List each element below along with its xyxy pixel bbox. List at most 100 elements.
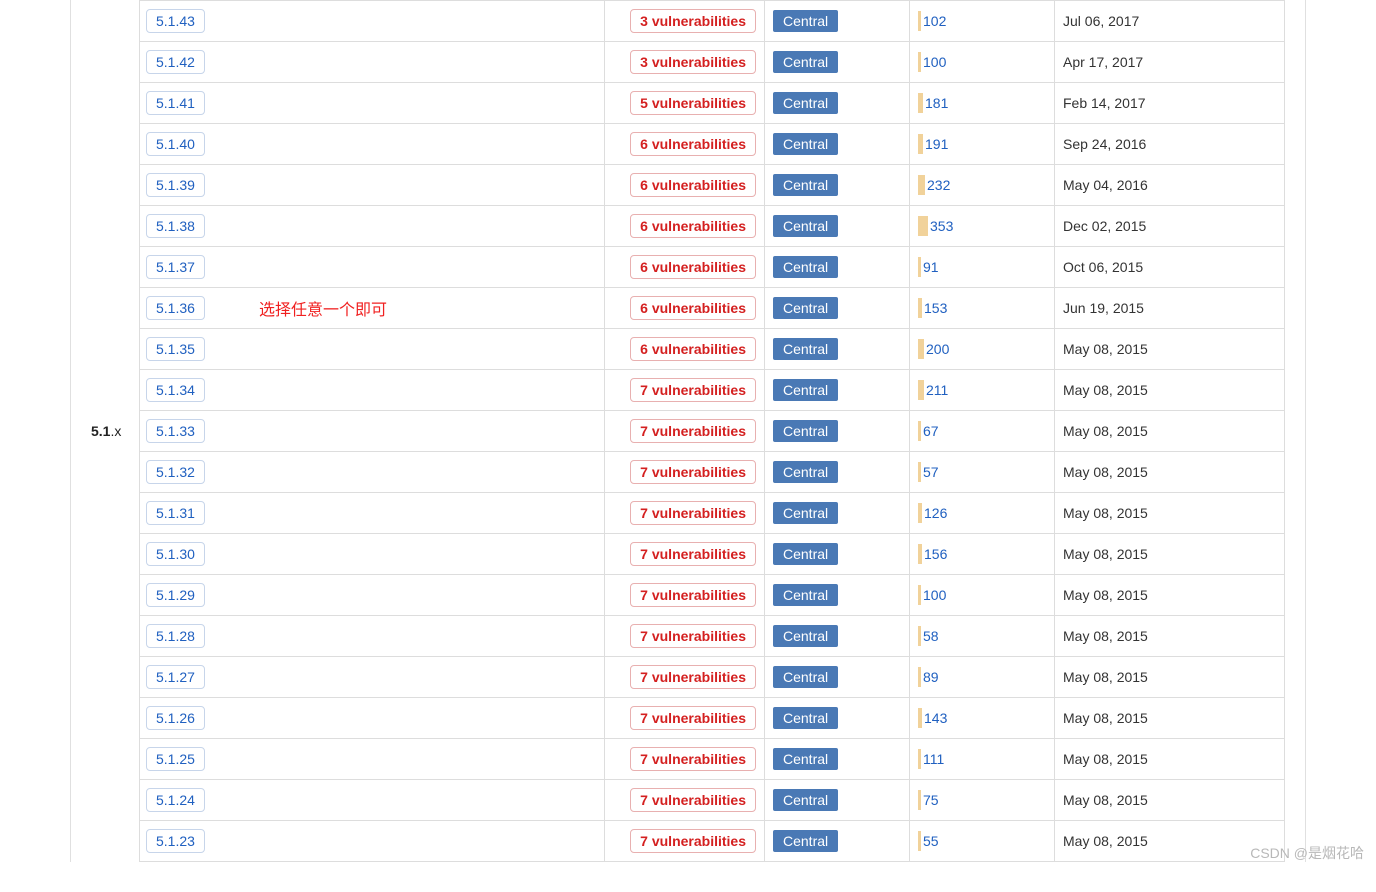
vulnerability-badge[interactable]: 5 vulnerabilities	[630, 91, 756, 115]
vulnerability-badge[interactable]: 7 vulnerabilities	[630, 829, 756, 853]
usage-count[interactable]: 55	[923, 833, 939, 849]
table-row: 5.1.337 vulnerabilitiesCentral67May 08, …	[140, 411, 1285, 452]
table-row: 5.1.43 3 vulnerabilities Central 102 Jul 06,…	[140, 1, 1285, 42]
usage-count[interactable]: 200	[926, 341, 949, 357]
version-link[interactable]: 5.1.25	[146, 747, 205, 771]
usage-count[interactable]: 143	[924, 710, 947, 726]
usage-count[interactable]: 102	[923, 13, 946, 29]
vulnerability-badge[interactable]: 7 vulnerabilities	[630, 460, 756, 484]
repo-badge[interactable]: Central	[773, 748, 838, 770]
repo-badge[interactable]: Central	[773, 789, 838, 811]
version-link[interactable]: 5.1.39	[146, 173, 205, 197]
vulnerability-badge[interactable]: 7 vulnerabilities	[630, 706, 756, 730]
usage-count[interactable]: 232	[927, 177, 950, 193]
version-link[interactable]: 5.1.41	[146, 91, 205, 115]
repo-badge[interactable]: Central	[773, 10, 838, 32]
repo-badge[interactable]: Central	[773, 92, 838, 114]
release-date: May 08, 2015	[1055, 739, 1285, 780]
repo-badge[interactable]: Central	[773, 461, 838, 483]
repo-badge[interactable]: Central	[773, 215, 838, 237]
repo-badge[interactable]: Central	[773, 133, 838, 155]
repo-badge[interactable]: Central	[773, 338, 838, 360]
usage-count[interactable]: 89	[923, 669, 939, 685]
vulnerability-badge[interactable]: 6 vulnerabilities	[630, 132, 756, 156]
vulnerability-badge[interactable]: 6 vulnerabilities	[630, 173, 756, 197]
table-row: 5.1.267 vulnerabilitiesCentral143May 08,…	[140, 698, 1285, 739]
vulnerability-badge[interactable]: 6 vulnerabilities	[630, 214, 756, 238]
vulnerability-badge[interactable]: 7 vulnerabilities	[630, 583, 756, 607]
repo-badge[interactable]: Central	[773, 543, 838, 565]
usage-count[interactable]: 75	[923, 792, 939, 808]
usage-bar	[918, 667, 921, 687]
table-row: 5.1.347 vulnerabilitiesCentral211May 08,…	[140, 370, 1285, 411]
vulnerability-badge[interactable]: 3 vulnerabilities	[630, 50, 756, 74]
repo-badge[interactable]: Central	[773, 51, 838, 73]
usage-count[interactable]: 153	[924, 300, 947, 316]
version-link[interactable]: 5.1.35	[146, 337, 205, 361]
repo-badge[interactable]: Central	[773, 584, 838, 606]
vulnerability-badge[interactable]: 7 vulnerabilities	[630, 542, 756, 566]
version-link[interactable]: 5.1.26	[146, 706, 205, 730]
repo-badge[interactable]: Central	[773, 502, 838, 524]
vulnerability-badge[interactable]: 6 vulnerabilities	[630, 296, 756, 320]
version-link[interactable]: 5.1.37	[146, 255, 205, 279]
vulnerability-badge[interactable]: 7 vulnerabilities	[630, 747, 756, 771]
usage-count[interactable]: 67	[923, 423, 939, 439]
repo-badge[interactable]: Central	[773, 256, 838, 278]
usage-count[interactable]: 181	[925, 95, 948, 111]
vulnerability-badge[interactable]: 7 vulnerabilities	[630, 624, 756, 648]
version-link[interactable]: 5.1.28	[146, 624, 205, 648]
version-link[interactable]: 5.1.24	[146, 788, 205, 812]
vulnerability-badge[interactable]: 7 vulnerabilities	[630, 788, 756, 812]
version-link[interactable]: 5.1.38	[146, 214, 205, 238]
vulnerability-badge[interactable]: 6 vulnerabilities	[630, 337, 756, 361]
repo-badge[interactable]: Central	[773, 666, 838, 688]
version-link[interactable]: 5.1.32	[146, 460, 205, 484]
repo-badge[interactable]: Central	[773, 297, 838, 319]
usage-count[interactable]: 191	[925, 136, 948, 152]
repo-badge[interactable]: Central	[773, 625, 838, 647]
vulnerability-badge[interactable]: 6 vulnerabilities	[630, 255, 756, 279]
repo-badge[interactable]: Central	[773, 420, 838, 442]
version-link[interactable]: 5.1.40	[146, 132, 205, 156]
usage-count[interactable]: 111	[923, 751, 944, 767]
vulnerability-badge[interactable]: 7 vulnerabilities	[630, 665, 756, 689]
vulnerability-badge[interactable]: 3 vulnerabilities	[630, 9, 756, 33]
version-link[interactable]: 5.1.34	[146, 378, 205, 402]
version-link[interactable]: 5.1.42	[146, 50, 205, 74]
table-row: 5.1.287 vulnerabilitiesCentral58May 08, …	[140, 616, 1285, 657]
release-date: May 08, 2015	[1055, 493, 1285, 534]
repo-badge[interactable]: Central	[773, 830, 838, 852]
usage-count[interactable]: 353	[930, 218, 953, 234]
version-link[interactable]: 5.1.30	[146, 542, 205, 566]
version-link[interactable]: 5.1.36	[146, 296, 205, 320]
branch-label: 5.1.x	[91, 423, 139, 439]
table-row: 5.1.277 vulnerabilitiesCentral89May 08, …	[140, 657, 1285, 698]
usage-count[interactable]: 211	[926, 382, 948, 398]
usage-bar	[918, 544, 922, 564]
vulnerability-badge[interactable]: 7 vulnerabilities	[630, 378, 756, 402]
vulnerability-badge[interactable]: 7 vulnerabilities	[630, 501, 756, 525]
version-link[interactable]: 5.1.23	[146, 829, 205, 853]
version-link[interactable]: 5.1.31	[146, 501, 205, 525]
table-row: 5.1.247 vulnerabilitiesCentral75May 08, …	[140, 780, 1285, 821]
usage-count[interactable]: 57	[923, 464, 939, 480]
vulnerability-badge[interactable]: 7 vulnerabilities	[630, 419, 756, 443]
version-link[interactable]: 5.1.33	[146, 419, 205, 443]
table-row: 5.1.307 vulnerabilitiesCentral156May 08,…	[140, 534, 1285, 575]
repo-badge[interactable]: Central	[773, 174, 838, 196]
version-link[interactable]: 5.1.27	[146, 665, 205, 689]
usage-bar	[918, 52, 921, 72]
usage-count[interactable]: 100	[923, 587, 946, 603]
usage-count[interactable]: 100	[923, 54, 946, 70]
version-link[interactable]: 5.1.29	[146, 583, 205, 607]
table-row: 5.1.25 7 vulnerabilities Central 111 May 08,…	[140, 739, 1285, 780]
version-link[interactable]: 5.1.43	[146, 9, 205, 33]
usage-count[interactable]: 126	[924, 505, 947, 521]
repo-badge[interactable]: Central	[773, 379, 838, 401]
release-date: Jul 06, 2017	[1055, 1, 1285, 42]
usage-count[interactable]: 156	[924, 546, 947, 562]
usage-count[interactable]: 91	[923, 259, 939, 275]
usage-count[interactable]: 58	[923, 628, 939, 644]
repo-badge[interactable]: Central	[773, 707, 838, 729]
